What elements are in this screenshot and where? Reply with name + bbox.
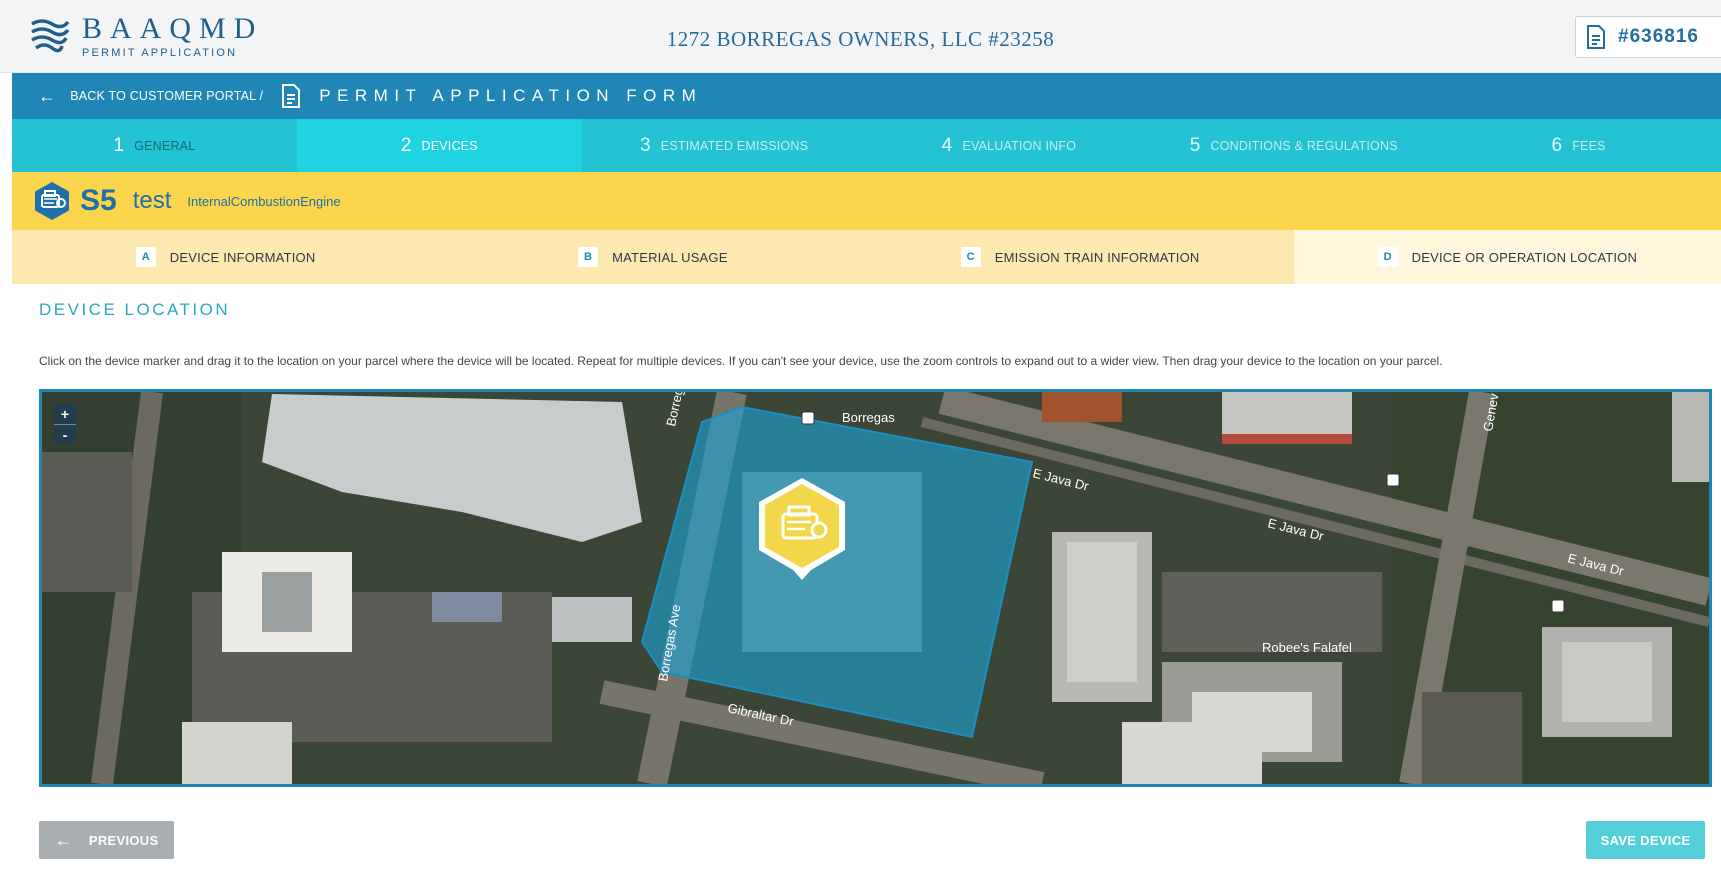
application-number: #636816 xyxy=(1618,26,1699,47)
step-label: DEVICES xyxy=(421,138,478,153)
subtab-label: EMISSION TRAIN INFORMATION xyxy=(994,249,1200,265)
step-number: 2 xyxy=(400,134,412,156)
app-header: BAAQMD PERMIT APPLICATION 1272 BORREGAS … xyxy=(0,0,1721,73)
section-title: DEVICE LOCATION xyxy=(39,300,231,319)
back-link-label: BACK TO CUSTOMER PORTAL / xyxy=(70,89,264,103)
subtab-letter: C xyxy=(960,247,981,267)
subtab-letter: A xyxy=(135,247,156,267)
permit-application-page: BAAQMD PERMIT APPLICATION 1272 BORREGAS … xyxy=(0,0,1721,883)
device-name: test xyxy=(132,187,172,214)
engine-device-icon xyxy=(35,182,69,220)
subtab-device-operation-location[interactable]: D DEVICE OR OPERATION LOCATION xyxy=(1293,230,1721,284)
step-evaluation-info[interactable]: 4 EVALUATION INFO xyxy=(866,119,1151,172)
subtab-label: DEVICE OR OPERATION LOCATION xyxy=(1411,249,1638,265)
device-marker-icon[interactable] xyxy=(753,474,851,582)
subtab-material-usage[interactable]: B MATERIAL USAGE xyxy=(439,230,866,284)
station-label-borregas: Borregas xyxy=(842,410,895,425)
step-label: ESTIMATED EMISSIONS xyxy=(660,138,809,153)
step-fees[interactable]: 6 FEES xyxy=(1436,119,1721,172)
step-label: EVALUATION INFO xyxy=(962,138,1077,153)
subtab-emission-train-information[interactable]: C EMISSION TRAIN INFORMATION xyxy=(867,230,1294,284)
aerial-imagery: Borreg Borregas E Java Dr E Java Dr E Ja… xyxy=(42,392,1709,784)
previous-button[interactable]: ← PREVIOUS xyxy=(39,821,174,859)
zoom-in-button[interactable]: + xyxy=(54,404,76,424)
application-number-badge[interactable]: #636816 xyxy=(1575,16,1721,58)
device-type: InternalCombustionEngine xyxy=(187,193,341,209)
step-estimated-emissions[interactable]: 3 ESTIMATED EMISSIONS xyxy=(582,119,867,172)
subtab-letter: B xyxy=(578,247,599,267)
subtab-label: MATERIAL USAGE xyxy=(612,249,728,265)
step-number: 3 xyxy=(640,134,651,156)
poi-label-robees: Robee's Falafel xyxy=(1262,640,1352,655)
instructions-text: Click on the device marker and drag it t… xyxy=(39,354,1443,368)
step-label: GENERAL xyxy=(134,138,196,153)
device-id: S5 xyxy=(80,184,117,217)
step-label: CONDITIONS & REGULATIONS xyxy=(1210,138,1398,153)
device-header: S5 test InternalCombustionEngine xyxy=(12,172,1721,230)
form-navbar: ← BACK TO CUSTOMER PORTAL / PERMIT APPLI… xyxy=(12,73,1721,119)
zoom-out-button[interactable]: - xyxy=(54,424,76,444)
form-title: PERMIT APPLICATION FORM xyxy=(281,84,702,108)
map-zoom-controls: + - xyxy=(54,404,76,444)
subtab-label: DEVICE INFORMATION xyxy=(169,249,316,265)
save-device-button[interactable]: SAVE DEVICE xyxy=(1586,821,1705,859)
subtab-letter: D xyxy=(1377,247,1398,267)
arrow-left-icon: ← xyxy=(38,85,57,106)
back-to-portal-link[interactable]: ← BACK TO CUSTOMER PORTAL / xyxy=(38,86,263,107)
step-number: 1 xyxy=(113,134,125,156)
device-subtabs: A DEVICE INFORMATION B MATERIAL USAGE C … xyxy=(12,230,1721,284)
step-conditions-regulations[interactable]: 5 CONDITIONS & REGULATIONS xyxy=(1151,119,1436,172)
previous-label: PREVIOUS xyxy=(88,832,159,848)
facility-title: 1272 BORREGAS OWNERS, LLC #23258 xyxy=(666,27,1055,51)
step-label: FEES xyxy=(1572,138,1606,153)
subtab-device-information[interactable]: A DEVICE INFORMATION xyxy=(12,230,439,284)
wizard-steps: 1 GENERAL 2 DEVICES 3 ESTIMATED EMISSION… xyxy=(12,119,1721,172)
document-icon xyxy=(282,84,301,108)
form-title-text: PERMIT APPLICATION FORM xyxy=(319,86,703,105)
step-number: 6 xyxy=(1551,134,1563,156)
step-devices[interactable]: 2 DEVICES xyxy=(296,119,582,172)
step-number: 4 xyxy=(941,134,953,156)
document-icon xyxy=(1587,25,1605,49)
arrow-left-icon: ← xyxy=(54,829,73,850)
device-location-map[interactable]: Borreg Borregas E Java Dr E Java Dr E Ja… xyxy=(39,389,1712,787)
step-number: 5 xyxy=(1189,134,1201,156)
step-general[interactable]: 1 GENERAL xyxy=(12,119,297,172)
